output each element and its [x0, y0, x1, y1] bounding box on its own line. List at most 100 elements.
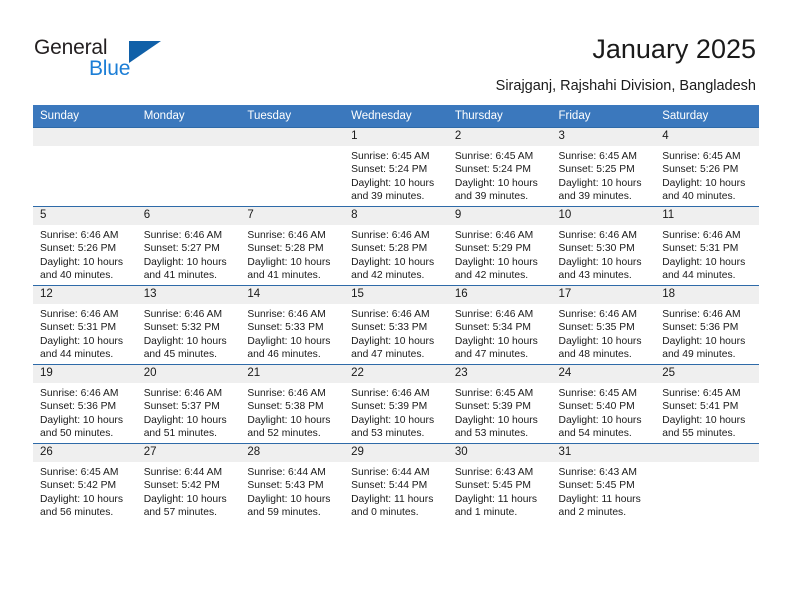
weekday-header-friday: Friday	[551, 105, 656, 128]
day-number: 13	[136, 286, 241, 304]
day-details: Sunrise: 6:44 AM Sunset: 5:42 PM Daylight:…	[137, 462, 241, 520]
daylight-duration-line2: and 42 minutes.	[454, 270, 529, 282]
daylight-duration-line1: Daylight: 10 hours	[143, 414, 227, 426]
calendar-day-cell[interactable]: 28 Sunrise: 6:44 AM Sunset: 5:43 PM Dayligh…	[240, 443, 345, 522]
calendar-day-cell[interactable]: 23 Sunrise: 6:45 AM Sunset: 5:39 PM Dayligh…	[447, 364, 552, 444]
generalblue-logo[interactable]: General Blue	[34, 36, 224, 86]
daylight-duration-line1: Daylight: 10 hours	[247, 256, 331, 268]
sunrise-time: Sunrise: 6:46 AM	[247, 309, 326, 320]
daylight-duration-line2: and 52 minutes.	[247, 428, 321, 440]
calendar-day-cell[interactable]: 1 Sunrise: 6:45 AM Sunset: 5:24 PM Daylight…	[344, 127, 448, 207]
day-details: Sunrise: 6:46 AM Sunset: 5:32 PM Daylight:…	[137, 304, 241, 362]
day-details: Sunrise: 6:46 AM Sunset: 5:28 PM Daylight:…	[240, 225, 344, 283]
sunrise-time: Sunrise: 6:44 AM	[351, 467, 430, 478]
calendar-day-cell[interactable]: 3 Sunrise: 6:45 AM Sunset: 5:25 PM Daylight…	[551, 127, 656, 207]
sunset-time: Sunset: 5:36 PM	[40, 401, 117, 413]
calendar-day-cell[interactable]: 20 Sunrise: 6:46 AM Sunset: 5:37 PM Dayligh…	[136, 364, 241, 444]
day-number	[33, 128, 137, 146]
calendar-day-cell[interactable]: 8 Sunrise: 6:46 AM Sunset: 5:28 PM Daylight…	[344, 206, 448, 286]
daylight-duration-line1: Daylight: 10 hours	[40, 256, 123, 268]
calendar-day-cell[interactable]: 9 Sunrise: 6:46 AM Sunset: 5:29 PM Daylight…	[447, 206, 552, 286]
day-number: 11	[655, 207, 759, 225]
calendar-day-cell[interactable]: 2 Sunrise: 6:45 AM Sunset: 5:24 PM Daylight…	[447, 127, 552, 207]
daylight-duration-line1: Daylight: 10 hours	[454, 177, 538, 189]
calendar-day-cell[interactable]: 24 Sunrise: 6:45 AM Sunset: 5:40 PM Dayligh…	[551, 364, 656, 444]
daylight-duration-line1: Daylight: 10 hours	[351, 335, 435, 347]
day-number: 8	[344, 207, 448, 225]
calendar-day-cell[interactable]: 18 Sunrise: 6:46 AM Sunset: 5:36 PM Dayligh…	[655, 285, 759, 365]
day-details: Sunrise: 6:46 AM Sunset: 5:34 PM Daylight:…	[448, 304, 552, 362]
daylight-duration-line2: and 57 minutes.	[143, 507, 217, 519]
daylight-duration-line2: and 47 minutes.	[351, 349, 425, 361]
calendar-day-cell[interactable]: 25 Sunrise: 6:45 AM Sunset: 5:41 PM Dayligh…	[655, 364, 759, 444]
sunrise-time: Sunrise: 6:46 AM	[558, 309, 637, 320]
day-number: 18	[655, 286, 759, 304]
calendar-day-cell[interactable]: 21 Sunrise: 6:46 AM Sunset: 5:38 PM Dayligh…	[240, 364, 345, 444]
daylight-duration-line2: and 49 minutes.	[662, 349, 736, 361]
sunset-time: Sunset: 5:26 PM	[662, 164, 739, 176]
sunset-time: Sunset: 5:25 PM	[558, 164, 635, 176]
daylight-duration-line1: Daylight: 10 hours	[351, 414, 435, 426]
calendar-day-cell[interactable]: 26 Sunrise: 6:45 AM Sunset: 5:42 PM Dayligh…	[33, 443, 137, 522]
sunrise-time: Sunrise: 6:45 AM	[454, 388, 534, 399]
day-details: Sunrise: 6:46 AM Sunset: 5:33 PM Daylight:…	[240, 304, 344, 362]
daylight-duration-line2: and 44 minutes.	[40, 349, 114, 361]
daylight-duration-line1: Daylight: 10 hours	[143, 493, 227, 505]
day-number: 4	[655, 128, 759, 146]
sunset-time: Sunset: 5:28 PM	[351, 243, 428, 255]
day-number: 10	[551, 207, 656, 225]
calendar-day-cell[interactable]: 17 Sunrise: 6:46 AM Sunset: 5:35 PM Dayligh…	[551, 285, 656, 365]
calendar-day-cell[interactable]: 22 Sunrise: 6:46 AM Sunset: 5:39 PM Dayligh…	[344, 364, 448, 444]
daylight-duration-line1: Daylight: 10 hours	[40, 335, 123, 347]
calendar-day-cell[interactable]: 27 Sunrise: 6:44 AM Sunset: 5:42 PM Dayligh…	[136, 443, 241, 522]
day-number: 27	[136, 444, 241, 462]
calendar-day-cell[interactable]: 31 Sunrise: 6:43 AM Sunset: 5:45 PM Dayligh…	[551, 443, 656, 522]
calendar-day-cell-empty	[33, 127, 137, 207]
daylight-duration-line1: Daylight: 11 hours	[454, 493, 538, 505]
day-details: Sunrise: 6:45 AM Sunset: 5:25 PM Daylight:…	[552, 146, 656, 204]
calendar-day-cell[interactable]: 13 Sunrise: 6:46 AM Sunset: 5:32 PM Dayligh…	[136, 285, 241, 365]
daylight-duration-line1: Daylight: 10 hours	[662, 335, 746, 347]
daylight-duration-line1: Daylight: 10 hours	[662, 414, 746, 426]
calendar-day-cell[interactable]: 14 Sunrise: 6:46 AM Sunset: 5:33 PM Dayligh…	[240, 285, 345, 365]
sunrise-time: Sunrise: 6:45 AM	[40, 467, 119, 478]
sunrise-time: Sunrise: 6:43 AM	[454, 467, 534, 478]
calendar-day-cell-empty	[240, 127, 345, 207]
daylight-duration-line1: Daylight: 10 hours	[558, 177, 642, 189]
day-number: 26	[33, 444, 137, 462]
sunrise-time: Sunrise: 6:46 AM	[143, 230, 223, 241]
day-number: 1	[344, 128, 448, 146]
sunrise-time: Sunrise: 6:46 AM	[558, 230, 637, 241]
sunset-time: Sunset: 5:33 PM	[351, 322, 428, 334]
calendar-day-cell[interactable]: 10 Sunrise: 6:46 AM Sunset: 5:30 PM Dayligh…	[551, 206, 656, 286]
calendar-day-cell[interactable]: 7 Sunrise: 6:46 AM Sunset: 5:28 PM Daylight…	[240, 206, 345, 286]
calendar-day-cell[interactable]: 30 Sunrise: 6:43 AM Sunset: 5:45 PM Dayligh…	[447, 443, 552, 522]
day-details: Sunrise: 6:44 AM Sunset: 5:43 PM Daylight:…	[240, 462, 344, 520]
day-number: 6	[136, 207, 241, 225]
sunrise-time: Sunrise: 6:45 AM	[662, 151, 741, 162]
day-number: 20	[136, 365, 241, 383]
calendar-day-cell[interactable]: 6 Sunrise: 6:46 AM Sunset: 5:27 PM Daylight…	[136, 206, 241, 286]
sunrise-time: Sunrise: 6:46 AM	[454, 230, 534, 241]
daylight-duration-line1: Daylight: 11 hours	[558, 493, 641, 505]
daylight-duration-line1: Daylight: 10 hours	[40, 414, 123, 426]
calendar-header-row-group: Sunday Monday Tuesday Wednesday Thursday…	[33, 105, 759, 128]
sunrise-time: Sunrise: 6:44 AM	[143, 467, 223, 478]
calendar-day-cell[interactable]: 4 Sunrise: 6:45 AM Sunset: 5:26 PM Daylight…	[655, 127, 759, 207]
calendar-day-cell[interactable]: 12 Sunrise: 6:46 AM Sunset: 5:31 PM Dayligh…	[33, 285, 137, 365]
day-details: Sunrise: 6:45 AM Sunset: 5:42 PM Daylight:…	[33, 462, 137, 520]
daylight-duration-line2: and 46 minutes.	[247, 349, 321, 361]
calendar-day-cell[interactable]: 19 Sunrise: 6:46 AM Sunset: 5:36 PM Dayligh…	[33, 364, 137, 444]
calendar-day-cell[interactable]: 11 Sunrise: 6:46 AM Sunset: 5:31 PM Dayligh…	[655, 206, 759, 286]
daylight-duration-line2: and 39 minutes.	[351, 191, 425, 203]
daylight-duration-line1: Daylight: 10 hours	[247, 493, 331, 505]
sunset-time: Sunset: 5:34 PM	[454, 322, 531, 334]
calendar-day-cell[interactable]: 29 Sunrise: 6:44 AM Sunset: 5:44 PM Dayligh…	[344, 443, 448, 522]
calendar-day-cell[interactable]: 5 Sunrise: 6:46 AM Sunset: 5:26 PM Daylight…	[33, 206, 137, 286]
calendar-day-cell[interactable]: 15 Sunrise: 6:46 AM Sunset: 5:33 PM Dayligh…	[344, 285, 448, 365]
day-details: Sunrise: 6:43 AM Sunset: 5:45 PM Daylight:…	[552, 462, 656, 520]
calendar-day-cell[interactable]: 16 Sunrise: 6:46 AM Sunset: 5:34 PM Dayligh…	[447, 285, 552, 365]
day-number	[136, 128, 241, 146]
sunset-time: Sunset: 5:45 PM	[558, 480, 635, 492]
day-details: Sunrise: 6:46 AM Sunset: 5:37 PM Daylight:…	[137, 383, 241, 441]
